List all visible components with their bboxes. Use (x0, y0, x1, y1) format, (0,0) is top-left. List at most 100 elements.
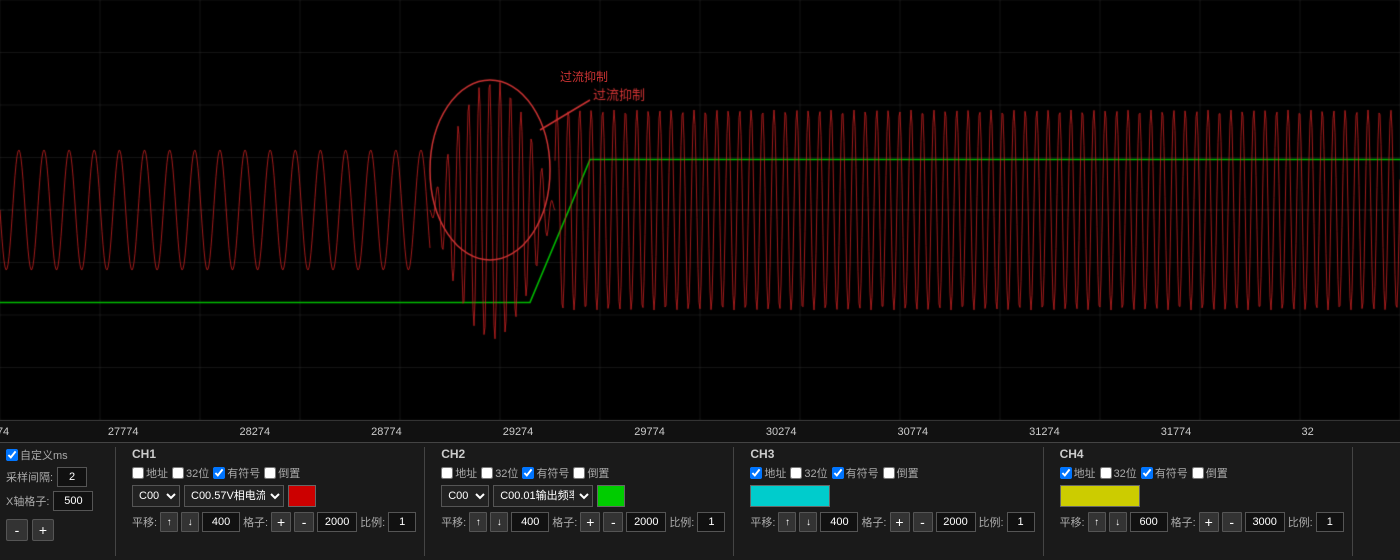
ch4-options: 地址 32位 有符号 倒置 (1060, 465, 1344, 481)
ch3-title: CH3 (750, 447, 774, 461)
ch3-32bit-checkbox[interactable] (790, 467, 802, 479)
ch2-offset-input[interactable] (511, 512, 549, 532)
ch4-color-box[interactable] (1060, 485, 1140, 507)
custom-ms-checkbox-row: 自定义ms (6, 447, 68, 463)
ch1-grid-minus[interactable]: - (294, 512, 314, 532)
custom-ms-checkbox[interactable] (6, 449, 18, 461)
ch3-offset-down[interactable]: ↓ (799, 512, 817, 532)
ch1-offset-up[interactable]: ↑ (160, 512, 178, 532)
x-tick-label: 274 (0, 426, 9, 438)
ch1-invert-checkbox[interactable] (264, 467, 276, 479)
ch4-title: CH4 (1060, 447, 1084, 461)
ch1-select2[interactable]: C00.57V相电流 (184, 485, 284, 507)
ch2-invert-checkbox[interactable] (573, 467, 585, 479)
ch3-offset-input[interactable] (820, 512, 858, 532)
ch2-32bit-label[interactable]: 32位 (481, 465, 518, 481)
ch3-grid-plus[interactable]: + (890, 512, 910, 532)
x-tick-label: 31274 (1029, 426, 1060, 438)
ch2-select2[interactable]: C00.01输出频率 (493, 485, 593, 507)
chart-area: 过流抑制 (0, 0, 1400, 420)
ch2-scale-input[interactable] (697, 512, 725, 532)
ch1-scale-input[interactable] (388, 512, 416, 532)
ch3-color-box[interactable] (750, 485, 830, 507)
ch4-32bit-checkbox[interactable] (1100, 467, 1112, 479)
ch4-grid-plus[interactable]: + (1199, 512, 1219, 532)
ch3-invert-checkbox[interactable] (883, 467, 895, 479)
x-grid-label: X轴格子: (6, 493, 49, 509)
ch2-title: CH2 (441, 447, 465, 461)
ch3-offset-up[interactable]: ↑ (778, 512, 796, 532)
ch2-addr-checkbox[interactable] (441, 467, 453, 479)
ch4-addr-label[interactable]: 地址 (1060, 465, 1096, 481)
ch1-block: CH1 地址 32位 有符号 倒置 (124, 447, 425, 556)
ch2-options: 地址 32位 有符号 倒置 (441, 465, 725, 481)
ch1-signed-checkbox[interactable] (213, 467, 225, 479)
ch1-addr-label[interactable]: 地址 (132, 465, 168, 481)
ch4-offset-down[interactable]: ↓ (1109, 512, 1127, 532)
ch1-signed-label[interactable]: 有符号 (213, 465, 260, 481)
sample-interval-input[interactable] (57, 467, 87, 487)
x-tick-label: 30774 (898, 426, 929, 438)
ch1-select1[interactable]: C00 (132, 485, 180, 507)
ch2-offset-up[interactable]: ↑ (469, 512, 487, 532)
ch1-invert-label[interactable]: 倒置 (264, 465, 300, 481)
ch2-invert-label[interactable]: 倒置 (573, 465, 609, 481)
ch2-block: CH2 地址 32位 有符号 倒置 (433, 447, 734, 556)
sample-interval-label: 采样间隔: (6, 469, 53, 485)
ch2-signed-checkbox[interactable] (522, 467, 534, 479)
ch4-invert-checkbox[interactable] (1192, 467, 1204, 479)
ch4-grid-minus[interactable]: - (1222, 512, 1242, 532)
ch1-param-row: 平移: ↑ ↓ 格子: + - 比例: (132, 512, 416, 532)
waveform-canvas (0, 0, 1400, 420)
ch3-signed-label[interactable]: 有符号 (832, 465, 879, 481)
ch1-grid-input[interactable] (317, 512, 357, 532)
x-grid-input[interactable] (53, 491, 93, 511)
ch4-signed-checkbox[interactable] (1141, 467, 1153, 479)
ch3-param-row: 平移: ↑ ↓ 格子: + - 比例: (750, 512, 1034, 532)
ch1-grid-plus[interactable]: + (271, 512, 291, 532)
x-tick-label: 31774 (1161, 426, 1192, 438)
ch1-offset-down[interactable]: ↓ (181, 512, 199, 532)
ch4-addr-checkbox[interactable] (1060, 467, 1072, 479)
ch3-signed-checkbox[interactable] (832, 467, 844, 479)
ch3-scale-input[interactable] (1007, 512, 1035, 532)
ch4-scale-input[interactable] (1316, 512, 1344, 532)
ch2-color-box[interactable] (597, 485, 625, 507)
x-tick-label: 29774 (634, 426, 665, 438)
ch2-grid-plus[interactable]: + (580, 512, 600, 532)
ch2-select-row: C00 C00.01输出频率 (441, 485, 725, 507)
ch4-grid-input[interactable] (1245, 512, 1285, 532)
ch2-signed-label[interactable]: 有符号 (522, 465, 569, 481)
x-axis: 2742777428274287742927429774302743077431… (0, 420, 1400, 442)
ch1-color-box[interactable] (288, 485, 316, 507)
ch1-32bit-checkbox[interactable] (172, 467, 184, 479)
ch4-param-row: 平移: ↑ ↓ 格子: + - 比例: (1060, 512, 1344, 532)
oscilloscope-panel: 过流抑制 27427774282742877429274297743027430… (0, 0, 1400, 560)
ch2-addr-label[interactable]: 地址 (441, 465, 477, 481)
ch4-offset-input[interactable] (1130, 512, 1168, 532)
ch3-32bit-label[interactable]: 32位 (790, 465, 827, 481)
ch4-signed-label[interactable]: 有符号 (1141, 465, 1188, 481)
ch1-offset-input[interactable] (202, 512, 240, 532)
zoom-plus-button[interactable]: + (32, 519, 54, 541)
ch4-block: CH4 地址 32位 有符号 倒置 (1052, 447, 1353, 556)
ch3-grid-minus[interactable]: - (913, 512, 933, 532)
x-tick-label: 27774 (108, 426, 139, 438)
x-tick-label: 32 (1301, 426, 1313, 438)
zoom-minus-button[interactable]: - (6, 519, 28, 541)
ch3-grid-input[interactable] (936, 512, 976, 532)
ch2-grid-input[interactable] (626, 512, 666, 532)
ch1-32bit-label[interactable]: 32位 (172, 465, 209, 481)
ch4-invert-label[interactable]: 倒置 (1192, 465, 1228, 481)
ch2-grid-minus[interactable]: - (603, 512, 623, 532)
ch4-32bit-label[interactable]: 32位 (1100, 465, 1137, 481)
x-tick-label: 30274 (766, 426, 797, 438)
ch3-invert-label[interactable]: 倒置 (883, 465, 919, 481)
ch2-select1[interactable]: C00 (441, 485, 489, 507)
ch3-addr-label[interactable]: 地址 (750, 465, 786, 481)
ch2-offset-down[interactable]: ↓ (490, 512, 508, 532)
ch3-addr-checkbox[interactable] (750, 467, 762, 479)
ch1-addr-checkbox[interactable] (132, 467, 144, 479)
ch4-offset-up[interactable]: ↑ (1088, 512, 1106, 532)
ch2-32bit-checkbox[interactable] (481, 467, 493, 479)
